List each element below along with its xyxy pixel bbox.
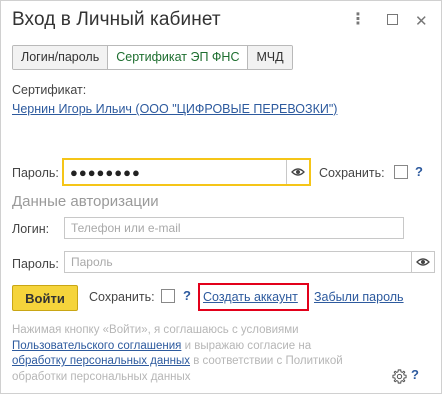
auth-method-tabs: Логин/пароль Сертификат ЭП ФНС МЧД xyxy=(12,45,293,70)
cert-save-help-icon[interactable]: ? xyxy=(415,164,423,179)
cert-password-field[interactable]: ●●●●●●●● xyxy=(62,158,311,186)
forgot-password-link[interactable]: Забыли пароль xyxy=(314,290,404,304)
personal-data-link[interactable]: обработку персональных данных xyxy=(12,355,190,367)
create-account-link[interactable]: Создать аккаунт xyxy=(203,290,298,304)
show-password-icon[interactable] xyxy=(411,252,434,272)
password-input[interactable] xyxy=(65,252,412,272)
login-input[interactable] xyxy=(65,218,403,238)
tab-mchd[interactable]: МЧД xyxy=(248,46,292,69)
login-button[interactable]: Войти xyxy=(12,285,78,311)
login-field[interactable] xyxy=(64,217,404,239)
password-field[interactable] xyxy=(64,251,435,273)
cert-save-label: Сохранить: xyxy=(319,166,385,180)
save-help-icon[interactable]: ? xyxy=(183,288,191,303)
login-window: Вход в Личный кабинет ⋮ ✕ Логин/пароль С… xyxy=(0,0,442,394)
user-agreement-link[interactable]: Пользовательского соглашения xyxy=(12,340,181,352)
close-icon[interactable]: ✕ xyxy=(415,12,428,30)
footer-help-icon[interactable]: ? xyxy=(411,367,419,382)
auth-section-title: Данные авторизации xyxy=(12,193,159,210)
show-password-icon[interactable] xyxy=(286,160,309,184)
more-menu-icon[interactable]: ⋮ xyxy=(350,9,366,29)
window-title: Вход в Личный кабинет xyxy=(12,9,221,30)
cert-password-value: ●●●●●●●● xyxy=(70,165,141,180)
certificate-link[interactable]: Чернин Игорь Ильич (ООО "ЦИФРОВЫЕ ПЕРЕВО… xyxy=(12,102,337,116)
save-label: Сохранить: xyxy=(89,290,155,304)
consent-text-1: Нажимая кнопку «Войти», я соглашаюсь с у… xyxy=(12,324,299,336)
password-label: Пароль: xyxy=(12,257,59,271)
gear-icon[interactable] xyxy=(392,369,407,389)
certificate-label: Сертификат: xyxy=(12,83,87,97)
cert-save-checkbox[interactable] xyxy=(394,165,408,179)
maximize-icon[interactable] xyxy=(387,12,398,28)
login-label: Логин: xyxy=(12,222,50,236)
save-checkbox[interactable] xyxy=(161,289,175,303)
tab-login-password[interactable]: Логин/пароль xyxy=(13,46,109,69)
consent-text: Нажимая кнопку «Войти», я соглашаюсь с у… xyxy=(12,323,392,385)
tab-fns-certificate[interactable]: Сертификат ЭП ФНС xyxy=(108,46,249,69)
cert-password-label: Пароль: xyxy=(12,166,59,180)
consent-text-2: и выражаю согласие на xyxy=(181,339,312,352)
